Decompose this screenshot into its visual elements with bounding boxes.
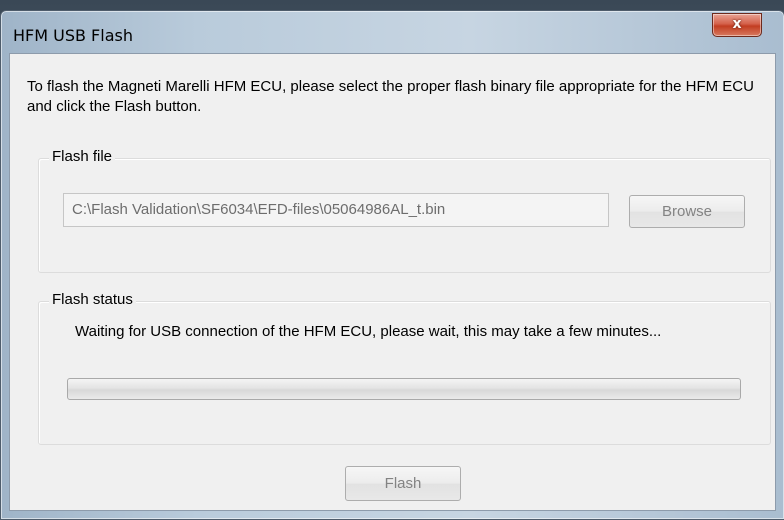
browse-button[interactable]: Browse [629,195,745,228]
flash-file-path-field[interactable]: C:\Flash Validation\SF6034\EFD-files\050… [63,193,609,227]
window-title: HFM USB Flash [13,26,133,45]
status-message: Waiting for USB connection of the HFM EC… [75,323,662,340]
dialog-client-area: To flash the Magneti Marelli HFM ECU, pl… [9,53,776,511]
progress-bar [67,378,741,400]
flash-file-group-label: Flash file [49,148,116,165]
flash-button[interactable]: Flash [345,466,461,501]
flash-file-group: Flash file C:\Flash Validation\SF6034\EF… [38,148,771,273]
dialog-window: HFM USB Flash x To flash the Magneti Mar… [0,10,784,520]
close-icon: x [732,16,742,32]
instruction-text: To flash the Magneti Marelli HFM ECU, pl… [27,78,754,115]
flash-status-group-label: Flash status [49,291,136,308]
close-button[interactable]: x [712,13,762,37]
title-bar[interactable]: HFM USB Flash x [1,11,784,57]
flash-status-group: Flash status Waiting for USB connection … [38,291,771,445]
